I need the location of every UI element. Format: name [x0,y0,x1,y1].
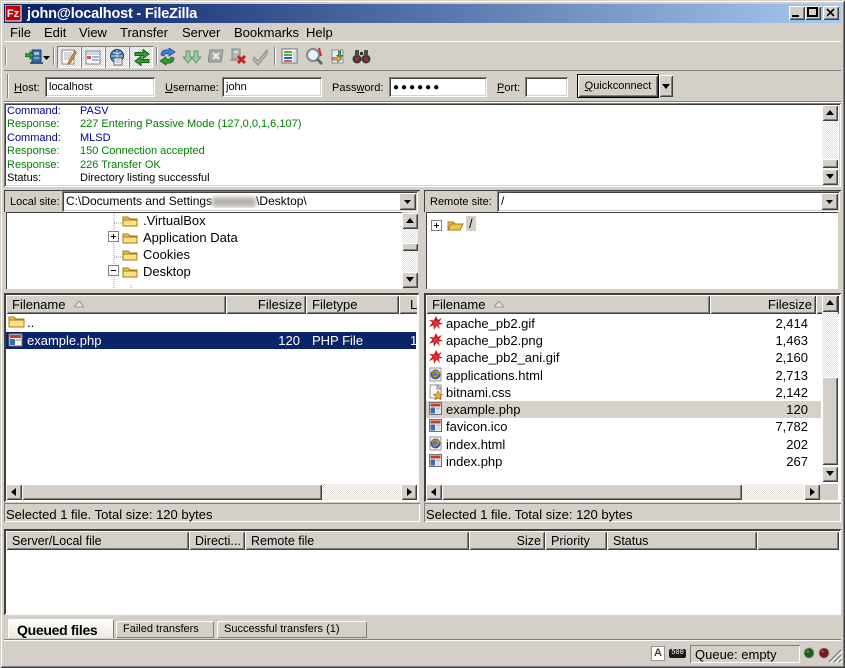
svg-text:Fz: Fz [7,8,20,20]
